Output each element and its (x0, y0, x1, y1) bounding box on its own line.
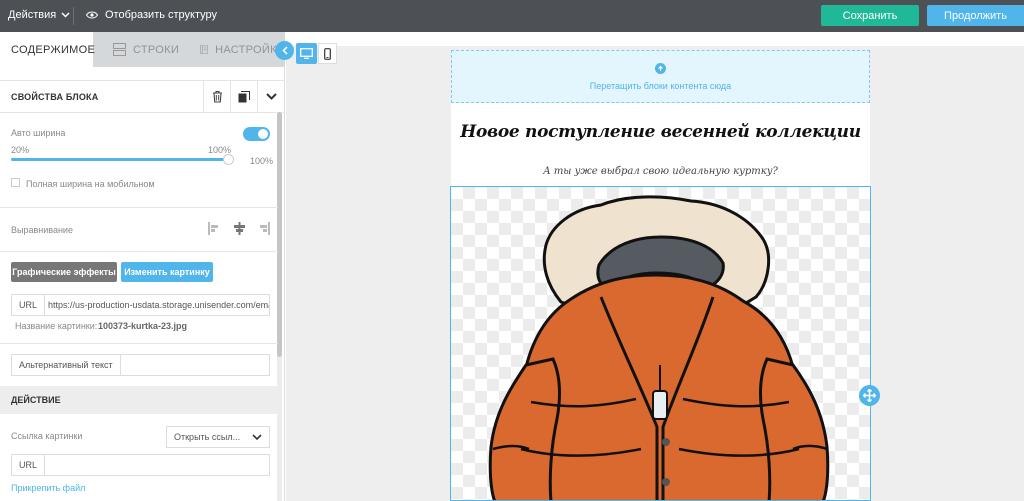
section-divider (0, 343, 278, 344)
actions-menu[interactable]: Действия (8, 9, 70, 21)
desktop-preview-button[interactable] (296, 43, 317, 64)
collapse-panel-button[interactable] (275, 41, 294, 60)
tab-rows[interactable]: СТРОКИ (93, 32, 186, 67)
auto-width-label: Авто ширина (11, 128, 66, 138)
actions-label: Действия (8, 9, 57, 21)
image-link-label: Ссылка картинки (11, 431, 83, 441)
scrollbar-thumb[interactable] (277, 112, 282, 357)
top-toolbar: Действия Отобразить структуру Сохранить … (0, 0, 1024, 32)
continue-button[interactable]: Продолжить (927, 5, 1024, 26)
canvas-top-strip (286, 32, 1024, 46)
properties-panel: СОДЕРЖИМОЕ СТРОКИ НАСТРОЙКИ СВОЙСТВА БЛО… (0, 32, 285, 501)
delete-block-button[interactable] (203, 81, 230, 112)
desktop-icon (300, 48, 313, 59)
alignment-label: Выравнивание (11, 225, 73, 235)
save-button[interactable]: Сохранить (821, 5, 919, 26)
image-url-field[interactable]: URL https://us-production-usdata.storage… (11, 294, 270, 316)
jacket-illustration (488, 195, 830, 500)
email-headline[interactable]: Новое поступление весенней коллекции (451, 122, 870, 142)
action-section-title: ДЕЙСТВИЕ (11, 395, 61, 405)
collapse-section-button[interactable] (257, 81, 284, 112)
arrow-up-icon (655, 63, 666, 74)
chevron-down-icon (61, 12, 70, 18)
mobile-preview-button[interactable] (318, 43, 337, 64)
tab-content-label: СОДЕРЖИМОЕ (11, 43, 96, 56)
align-right-icon[interactable] (257, 222, 270, 235)
alt-text-label: Альтернативный текст (12, 355, 121, 375)
move-icon (863, 389, 876, 402)
chevron-left-icon (281, 46, 288, 55)
slider-value: 100% (250, 156, 274, 166)
panel-tabs: СОДЕРЖИМОЕ СТРОКИ НАСТРОЙКИ (0, 32, 285, 67)
image-link-select-value: Открыть ссыл... (174, 432, 241, 442)
image-link-select[interactable]: Открыть ссыл... (166, 426, 270, 448)
slider-min-label: 20% (11, 145, 30, 155)
auto-width-toggle[interactable] (243, 127, 270, 141)
alt-text-input[interactable] (117, 355, 269, 375)
copy-icon (238, 90, 250, 102)
section-divider (0, 207, 278, 208)
width-slider[interactable] (11, 158, 230, 161)
eye-icon (86, 11, 98, 19)
tab-settings[interactable]: НАСТРОЙКИ (186, 32, 285, 67)
tab-content[interactable]: СОДЕРЖИМОЕ (0, 32, 96, 67)
duplicate-block-button[interactable] (230, 81, 257, 112)
attach-file-link[interactable]: Прикрепить файл (11, 483, 85, 493)
chevron-down-icon (252, 434, 262, 440)
change-image-button[interactable]: Изменить картинку (121, 262, 213, 282)
link-url-input[interactable] (41, 455, 269, 475)
trash-icon (212, 90, 222, 103)
block-properties-header: СВОЙСТВА БЛОКА (0, 80, 285, 113)
show-structure-label: Отобразить структуру (105, 9, 218, 21)
image-name-label: Название картинки: (15, 321, 98, 331)
content-dropzone[interactable]: Перетащить блоки контента сюда (451, 50, 870, 103)
align-center-icon[interactable] (233, 222, 246, 235)
toolbar-divider (73, 7, 74, 25)
mobile-icon (324, 47, 331, 60)
align-left-icon[interactable] (208, 222, 221, 235)
move-block-handle[interactable] (859, 385, 880, 406)
chevron-down-icon (265, 93, 277, 100)
full-width-mobile-label: Полная ширина на мобильном (26, 179, 155, 189)
image-block-selected[interactable] (450, 186, 871, 501)
image-effects-button[interactable]: Графические эффекты (11, 262, 117, 282)
panel-scrollbar[interactable] (277, 112, 282, 501)
image-url-value[interactable]: https://us-production-usdata.storage.uni… (41, 295, 269, 315)
settings-icon (200, 45, 209, 54)
block-properties-title: СВОЙСТВА БЛОКА (11, 92, 99, 102)
image-name-value: 100373-kurtka-23.jpg (98, 321, 188, 331)
full-width-mobile-checkbox[interactable] (11, 178, 20, 187)
link-url-field[interactable]: URL (11, 454, 270, 476)
email-subheadline[interactable]: А ты уже выбрал свою идеальную куртку? (451, 166, 870, 177)
section-divider (0, 251, 278, 252)
alt-text-field[interactable]: Альтернативный текст (11, 354, 270, 376)
rows-icon (113, 43, 126, 56)
show-structure-toggle[interactable]: Отобразить структуру (86, 9, 217, 21)
tab-rows-label: СТРОКИ (133, 43, 180, 56)
action-section-header: ДЕЙСТВИЕ (0, 386, 278, 414)
dropzone-text: Перетащить блоки контента сюда (589, 81, 732, 91)
width-slider-knob[interactable] (223, 154, 234, 165)
